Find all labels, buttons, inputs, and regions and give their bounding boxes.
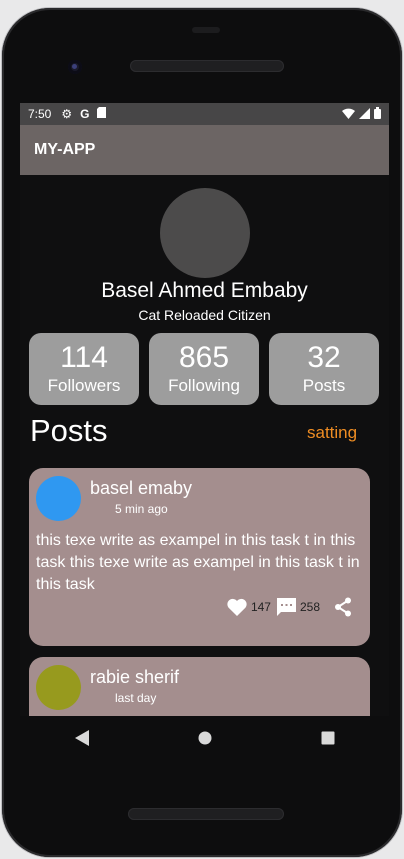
stat-following[interactable]: 865 Following xyxy=(149,333,259,405)
stat-label: Followers xyxy=(47,376,121,395)
post-author-avatar[interactable] xyxy=(36,665,81,710)
app-bar: MY-APP xyxy=(20,125,389,175)
status-bar: 7:50 ⚙ G xyxy=(20,103,389,125)
setting-button[interactable]: satting xyxy=(307,423,357,443)
post-card[interactable]: rabie sherif last day xyxy=(29,657,370,716)
recents-icon[interactable] xyxy=(308,718,348,758)
heart-icon[interactable] xyxy=(227,598,247,616)
stat-label: Posts xyxy=(302,376,346,395)
profile-subtitle: Cat Reloaded Citizen xyxy=(138,307,271,323)
post-time: last day xyxy=(115,691,157,705)
wifi-icon xyxy=(342,108,355,122)
system-nav-bar xyxy=(20,716,389,760)
top-speaker xyxy=(130,60,284,72)
stat-value: 32 xyxy=(307,341,341,374)
post-body: this texe write as exampel in this task … xyxy=(36,532,360,593)
stat-value: 114 xyxy=(60,341,108,374)
google-icon: G xyxy=(80,107,90,121)
stat-label: Following xyxy=(168,376,240,395)
sd-card-icon xyxy=(97,107,107,121)
stat-posts[interactable]: 32 Posts xyxy=(269,333,379,405)
post-author-avatar[interactable] xyxy=(36,476,81,521)
share-icon[interactable] xyxy=(334,597,352,617)
post-actions: 147 258 xyxy=(227,597,352,617)
home-icon[interactable] xyxy=(185,718,225,758)
back-icon[interactable] xyxy=(62,718,102,758)
status-time: 7:50 xyxy=(28,107,52,121)
post-time: 5 min ago xyxy=(115,502,168,516)
app-title: MY-APP xyxy=(34,141,96,158)
stat-followers[interactable]: 114 Followers xyxy=(29,333,139,405)
profile-avatar[interactable] xyxy=(160,188,250,278)
signal-icon xyxy=(359,107,370,122)
post-card[interactable]: basel emaby 5 min ago this texe write as… xyxy=(29,468,370,646)
front-camera xyxy=(68,60,82,74)
screen: 7:50 ⚙ G MY-APP Basel Ahmed Embaby Cat R… xyxy=(20,103,389,716)
posts-heading: Posts xyxy=(30,413,108,448)
post-author-name[interactable]: basel emaby xyxy=(90,478,192,499)
gear-icon: ⚙ xyxy=(61,107,73,121)
likes-count: 147 xyxy=(250,600,271,614)
profile-name: Basel Ahmed Embaby xyxy=(101,279,308,302)
battery-icon xyxy=(374,107,381,122)
post-author-name[interactable]: rabie sherif xyxy=(90,667,179,688)
bottom-speaker xyxy=(128,808,284,820)
comments-count: 258 xyxy=(299,600,320,614)
stats-row: 114 Followers 865 Following 32 Posts xyxy=(29,333,380,405)
stat-value: 865 xyxy=(178,341,230,374)
phone-earpiece xyxy=(192,27,220,33)
comment-icon[interactable] xyxy=(276,598,296,616)
